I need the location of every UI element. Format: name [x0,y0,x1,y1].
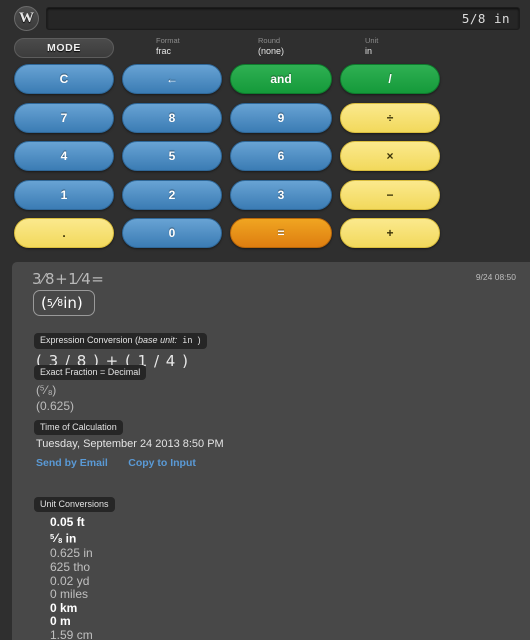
keypad-row: . 0 = + [0,218,530,257]
key-label: 8 [168,110,176,125]
result-action-links: Send by Email Copy to Input [36,453,224,471]
key-label: ÷ [386,110,394,125]
key-label: + [386,226,394,240]
key-3[interactable]: 3 [230,179,332,210]
unit-conversion-item: 0 m [50,614,71,629]
key-label: and [270,72,292,86]
header-bar: W 5/8 in [0,0,530,36]
key-C[interactable]: C [14,64,114,94]
setting-round[interactable]: Round (none) [258,36,284,57]
exact-fraction-decimal: (0.625) [36,399,75,413]
key-[interactable]: + [340,218,440,248]
setting-round-value: (none) [258,46,285,56]
key-label: 2 [168,187,176,202]
key-label: 3 [277,187,285,202]
key-7[interactable]: 7 [14,102,114,133]
key-label: 4 [60,149,68,163]
unit-conversion-item: 0.05 ft [50,515,85,529]
unit-conversion-item: 0.625 in [50,546,93,561]
key-0[interactable]: 0 [122,218,222,248]
send-by-email-link[interactable]: Send by Email [36,457,108,469]
key-label: 9 [277,110,285,125]
unit-conversion-item: 0 miles [50,587,89,602]
key-and[interactable]: and [230,64,332,94]
key-label: C [59,72,69,86]
unit-conversion-item: 1.59 cm [50,627,93,640]
result-unit: in [63,294,77,312]
unit-conversion-item: 5⁄8 in [50,530,115,548]
section-exact-fraction: Exact Fraction = Decimal (5⁄8) (0.625) [34,362,147,413]
key-[interactable]: − [340,179,440,210]
unit-conversions-tag: Unit Conversions [34,497,115,512]
unit-conversion-item: 0 km [50,600,78,615]
calculator-app: W 5/8 in MODE Format frac Round (none) U… [0,0,530,640]
setting-format[interactable]: Format frac [156,36,180,57]
key-1[interactable]: 1 [14,179,114,210]
mode-button[interactable]: MODE [14,38,114,58]
key-[interactable]: ÷ [340,102,440,133]
result-paren-close: ) [76,294,83,312]
unit-conversion-unit: in [62,530,77,545]
setting-unit[interactable]: Unit in [365,36,378,57]
key-label: / [388,72,392,86]
key-8[interactable]: 8 [122,102,222,133]
setting-round-label: Round [258,36,281,45]
key-[interactable]: × [340,141,440,171]
exact-fraction-value: (5⁄8) [36,383,146,397]
app-logo-icon: W [14,6,39,31]
key-[interactable]: = [230,218,332,248]
expression-input[interactable]: 5/8 in [46,7,520,30]
unit-conversion-item: 0.02 yd [50,573,90,588]
result-value-box[interactable]: (5 ⁄ 8 in) [33,290,95,316]
key-[interactable]: . [14,218,114,248]
expression-conversion-tag-close: ) [197,335,201,345]
time-of-calculation-value: Tuesday, September 24 2013 8:50 PM [36,438,224,450]
key-label: 7 [60,110,68,125]
key-label: − [386,187,394,202]
section-unit-conversions: Unit Conversions 0.05 ft 5⁄8 in 0.625 in 62… [34,494,115,640]
result-timestamp: 9/24 08:50 [475,272,516,282]
key-5[interactable]: 5 [122,141,222,171]
key-[interactable]: ← [122,64,222,94]
expression-conversion-tag: Expression Conversion (base unit: in ) [34,333,207,349]
keypad-row: 4 5 6 × [0,141,530,180]
section-time-of-calculation: Time of Calculation Tuesday, September 2… [34,417,224,471]
keypad-row: 7 8 9 ÷ [0,102,530,142]
key-label: 1 [60,187,68,202]
key-label: = [277,226,285,240]
key-label: × [386,149,394,163]
key-label: 0 [168,226,176,240]
key-label: . [62,226,66,240]
results-panel: 3⁄8+1⁄4= 9/24 08:50 (5 ⁄ 8 in) Expression … [12,262,530,640]
expression-conversion-tag-text: Expression Conversion ( [40,335,139,345]
key-4[interactable]: 4 [14,141,114,171]
key-label: 5 [168,149,176,163]
expression-conversion-tag-unit: in [177,336,198,346]
setting-format-label: Format [156,36,180,45]
setting-format-value: frac [156,46,172,56]
key-label: 6 [277,149,285,163]
key-label: ← [166,72,178,86]
key-6[interactable]: 6 [230,141,332,171]
expression-conversion-tag-italic: base unit: [138,335,178,345]
key-[interactable]: / [340,64,440,94]
equation-echo: 3⁄8+1⁄4= [32,270,105,288]
unit-conversions-list: 0.05 ft 5⁄8 in 0.625 in 625 tho 0.02 yd 0 mil… [50,515,115,640]
key-2[interactable]: 2 [122,179,222,210]
keypad: C ← and / 7 8 9 ÷ 4 5 6 × 1 2 3 −. 0 = + [0,64,530,257]
exact-fraction-tag: Exact Fraction = Decimal [34,365,147,380]
keypad-row: C ← and / [0,64,530,103]
setting-unit-value: in [365,46,373,56]
exact-fraction-paren-close: ) [52,383,57,397]
key-9[interactable]: 9 [230,102,332,133]
keypad-row: 1 2 3 − [0,179,530,219]
time-of-calculation-tag: Time of Calculation [34,420,123,435]
mode-bar: MODE Format frac Round (none) Unit in [0,36,530,62]
unit-conversion-item: 625 tho [50,560,91,575]
copy-to-input-link[interactable]: Copy to Input [128,457,196,469]
setting-unit-label: Unit [365,36,379,45]
